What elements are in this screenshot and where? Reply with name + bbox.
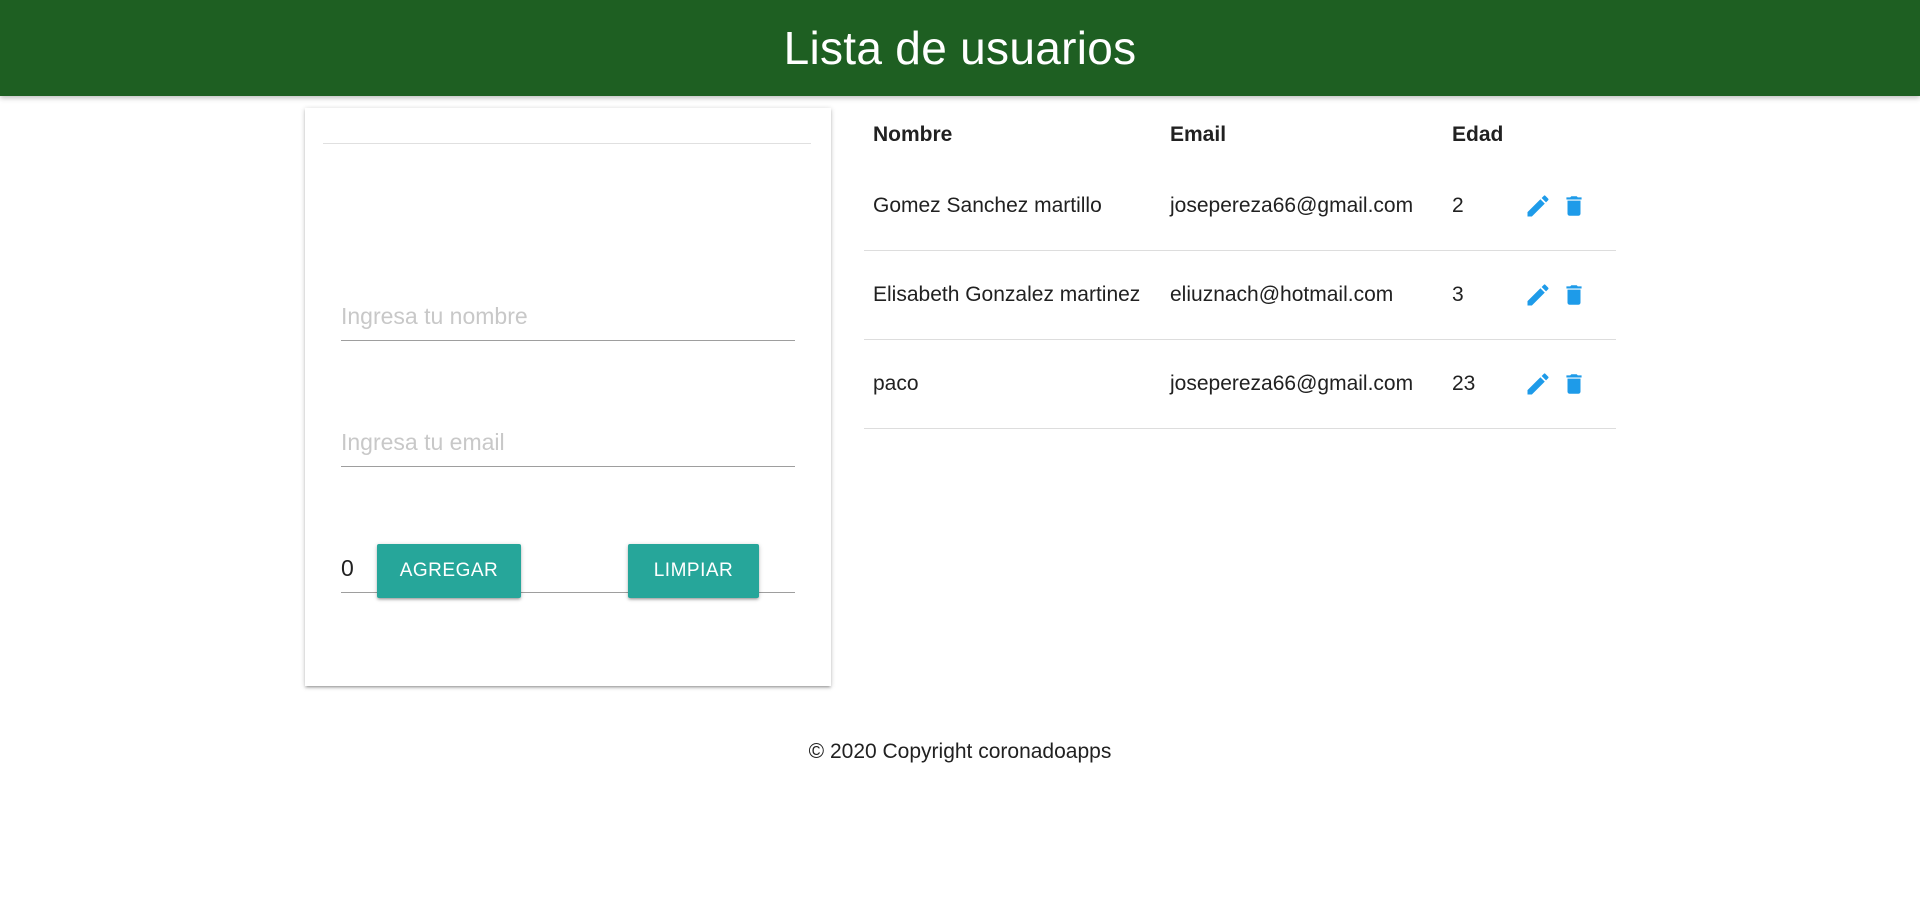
cell-age: 23 [1452,372,1476,395]
header-email: Email [1170,123,1227,146]
clear-button[interactable]: LIMPIAR [628,544,759,598]
trash-icon[interactable] [1560,369,1588,399]
cell-email: josepereza66@gmail.com [1170,194,1414,217]
cell-name: Elisabeth Gonzalez martinez [873,283,1141,306]
row-actions [1524,191,1616,221]
cell-age: 3 [1452,283,1464,306]
trash-icon[interactable] [1560,280,1588,310]
add-button[interactable]: AGREGAR [377,544,521,598]
footer-copyright: © 2020 Copyright coronadoapps [808,740,1112,763]
pencil-icon[interactable] [1524,280,1552,310]
page-title: Lista de usuarios [783,22,1137,74]
app-header: Lista de usuarios [0,0,1920,96]
user-form-card [305,108,831,686]
pencil-icon[interactable] [1524,369,1552,399]
name-input[interactable] [341,293,795,341]
table-row: Elisabeth Gonzalez martinez eliuznach@ho… [864,251,1616,340]
email-input[interactable] [341,419,795,467]
cell-name: Gomez Sanchez martillo [873,194,1102,217]
pencil-icon[interactable] [1524,191,1552,221]
header-name: Nombre [873,123,953,146]
table-row: paco josepereza66@gmail.com 23 [864,340,1616,429]
header-age: Edad [1452,123,1504,146]
cell-email: eliuznach@hotmail.com [1170,283,1394,306]
row-actions [1524,280,1616,310]
cell-email: josepereza66@gmail.com [1170,372,1414,395]
card-divider [323,143,811,144]
table-row: Gomez Sanchez martillo josepereza66@gmai… [864,162,1616,251]
row-actions [1524,369,1616,399]
cell-age: 2 [1452,194,1464,217]
table-header: Nombre Email Edad [864,108,1616,162]
users-table: Nombre Email Edad Gomez Sanchez martillo… [864,108,1616,429]
cell-name: paco [873,372,919,395]
trash-icon[interactable] [1560,191,1588,221]
